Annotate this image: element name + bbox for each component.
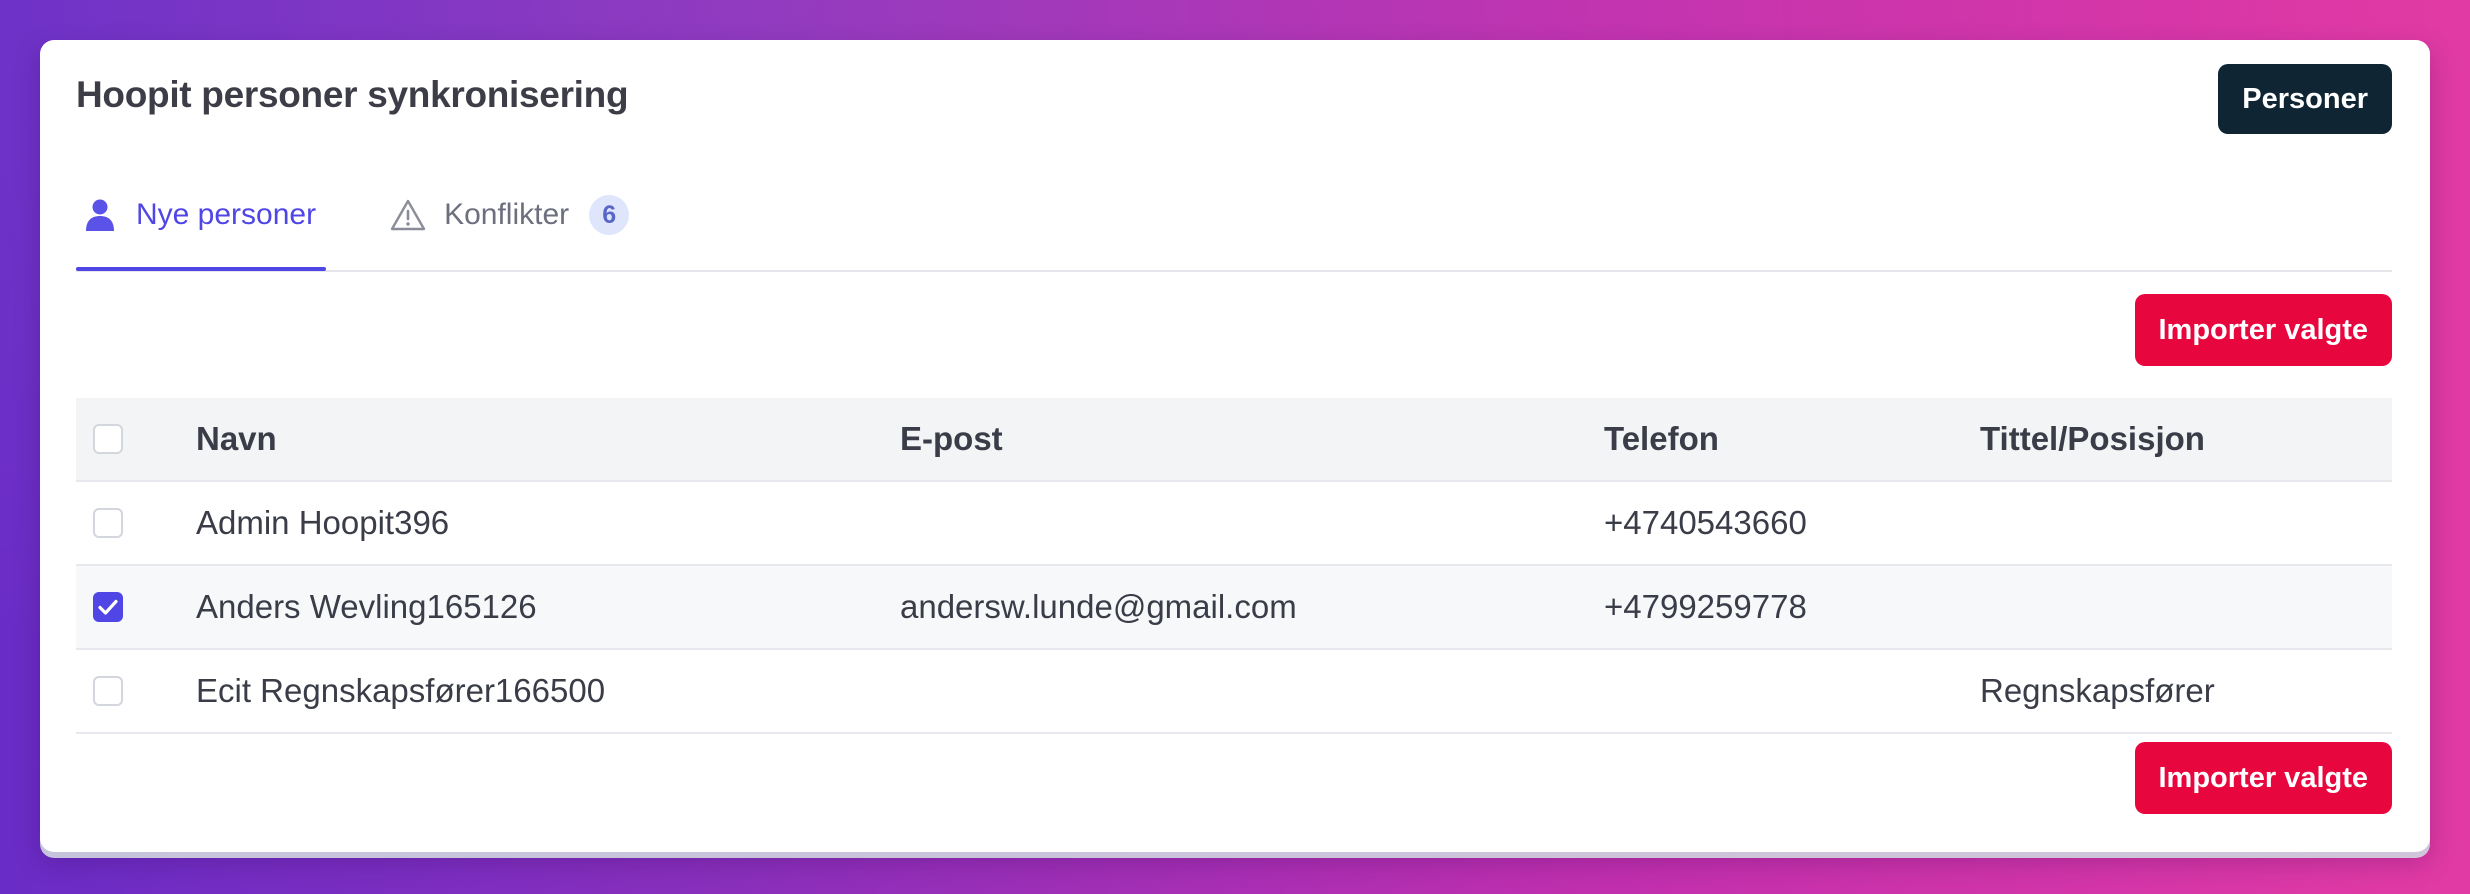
sync-card: Hoopit personer synkronisering Personer … bbox=[40, 40, 2430, 852]
tab-conflicts[interactable]: Konflikter 6 bbox=[384, 162, 639, 268]
row-select-cell bbox=[76, 676, 196, 706]
row-select-cell bbox=[76, 508, 196, 538]
person-name: Ecit Regnskapsfører166500 bbox=[196, 672, 606, 709]
column-header-email[interactable]: E-post bbox=[900, 420, 1604, 458]
checkmark-icon bbox=[98, 599, 118, 615]
table-row[interactable]: Anders Wevling165126 andersw.lunde@gmail… bbox=[76, 566, 2392, 650]
person-title: Regnskapsfører bbox=[1980, 672, 2215, 709]
warning-icon bbox=[390, 197, 426, 233]
person-phone: +4740543660 bbox=[1604, 504, 1807, 541]
tab-new-persons[interactable]: Nye personer bbox=[76, 162, 327, 271]
table-header-row: Navn E-post Telefon Tittel/Posisjon bbox=[76, 398, 2392, 482]
person-name: Anders Wevling165126 bbox=[196, 588, 537, 625]
person-phone: +4799259778 bbox=[1604, 588, 1807, 625]
row-checkbox[interactable] bbox=[93, 676, 123, 706]
select-all-checkbox[interactable] bbox=[93, 424, 123, 454]
column-header-title[interactable]: Tittel/Posisjon bbox=[1980, 420, 2392, 458]
person-email: andersw.lunde@gmail.com bbox=[900, 588, 1297, 625]
row-select-cell bbox=[76, 592, 196, 622]
table-row[interactable]: Ecit Regnskapsfører166500 Regnskapsfører bbox=[76, 650, 2392, 734]
row-checkbox[interactable] bbox=[93, 508, 123, 538]
conflicts-count-badge: 6 bbox=[589, 195, 630, 235]
persons-button[interactable]: Personer bbox=[2218, 64, 2392, 134]
person-name: Admin Hoopit396 bbox=[196, 504, 450, 541]
persons-table: Navn E-post Telefon Tittel/Posisjon Admi… bbox=[76, 398, 2392, 734]
page-title: Hoopit personer synkronisering bbox=[76, 74, 629, 115]
select-all-cell bbox=[76, 424, 196, 454]
column-header-phone[interactable]: Telefon bbox=[1604, 420, 1980, 458]
person-icon bbox=[82, 197, 118, 233]
table-row[interactable]: Admin Hoopit396 +4740543660 bbox=[76, 482, 2392, 566]
tab-new-persons-label: Nye personer bbox=[136, 198, 317, 231]
tab-conflicts-label: Konflikter bbox=[444, 198, 570, 231]
import-selected-button-top[interactable]: Importer valgte bbox=[2134, 294, 2392, 366]
row-checkbox-checked[interactable] bbox=[93, 592, 123, 622]
tab-bar: Nye personer Konflikter 6 bbox=[76, 162, 2392, 272]
import-selected-button-bottom[interactable]: Importer valgte bbox=[2134, 742, 2392, 814]
column-header-name[interactable]: Navn bbox=[196, 420, 900, 458]
